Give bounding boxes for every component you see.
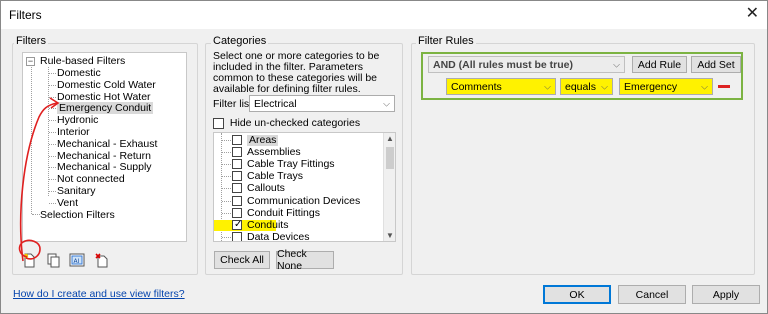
- filters-dialog: Filters ✕ Filters − Rule-based Filters D…: [0, 0, 768, 314]
- category-label: Data Devices: [247, 230, 310, 242]
- category-item[interactable]: Areas: [214, 135, 384, 146]
- tree-item-label: Domestic: [57, 67, 101, 79]
- collapse-toggle-icon[interactable]: −: [26, 57, 35, 66]
- category-item[interactable]: Cable Tray Fittings: [214, 159, 384, 170]
- tree-item[interactable]: Domestic Cold Water: [57, 79, 156, 91]
- remove-rule-icon[interactable]: [718, 85, 730, 88]
- tree-root-rule-based[interactable]: Rule-based Filters: [40, 55, 125, 67]
- scroll-up-icon[interactable]: ▲: [384, 134, 395, 143]
- dialog-title: Filters: [9, 8, 42, 22]
- chevron-down-icon: ⌵: [701, 81, 708, 91]
- category-label: Conduit Fittings: [247, 206, 320, 219]
- category-label: Areas: [247, 134, 279, 146]
- chevron-down-icon: ⌵: [601, 81, 608, 91]
- rule-value: Emergency: [624, 80, 678, 93]
- category-item[interactable]: Data Devices: [214, 230, 384, 242]
- tree-line: [49, 73, 56, 74]
- chevron-down-icon: ⌵: [544, 81, 551, 91]
- tree-item-label: Domestic Cold Water: [57, 78, 156, 91]
- add-rule-button[interactable]: Add Rule: [632, 56, 687, 73]
- category-item[interactable]: Callouts: [214, 183, 384, 194]
- category-checkbox[interactable]: ✓: [232, 218, 243, 230]
- category-checkbox[interactable]: [232, 231, 242, 241]
- category-checkbox[interactable]: [232, 183, 242, 194]
- cancel-button[interactable]: Cancel: [618, 285, 686, 304]
- help-link[interactable]: How do I create and use view filters?: [13, 288, 185, 300]
- operator-dropdown[interactable]: equals ⌵: [560, 78, 613, 95]
- category-item[interactable]: ✓ Conduits: [214, 218, 288, 231]
- parameter-value: Comments: [451, 80, 502, 93]
- ok-button[interactable]: OK: [543, 285, 611, 304]
- add-set-button[interactable]: Add Set: [691, 56, 741, 73]
- category-checkbox[interactable]: [232, 171, 242, 182]
- category-label: Callouts: [247, 182, 285, 195]
- chevron-down-icon: ⌵: [383, 98, 390, 108]
- check-icon: ✓: [234, 218, 243, 230]
- category-item[interactable]: Assemblies: [214, 147, 384, 158]
- check-none-button[interactable]: Check None: [276, 248, 334, 272]
- category-label: Communication Devices: [247, 194, 361, 207]
- annotation-arrow: [18, 97, 60, 262]
- close-icon[interactable]: ✕: [746, 5, 759, 23]
- title-bar: Filters ✕: [1, 1, 767, 29]
- scroll-down-icon[interactable]: ▼: [384, 231, 395, 240]
- categories-group-label: Categories: [211, 35, 269, 47]
- category-item[interactable]: Cable Trays: [214, 171, 384, 182]
- hide-unchecked-toggle[interactable]: Hide un-checked categories: [213, 117, 360, 129]
- filter-rules-group-label: Filter Rules: [416, 35, 476, 47]
- category-checkbox[interactable]: [232, 135, 242, 145]
- apply-button[interactable]: Apply: [692, 285, 760, 304]
- categories-description: Select one or more categories to be incl…: [213, 50, 380, 95]
- scroll-thumb[interactable]: [386, 147, 394, 169]
- rule-set: AND (All rules must be true) ⌵ Add Rule …: [421, 52, 743, 100]
- category-scrollbar[interactable]: ▲ ▼: [383, 133, 395, 241]
- value-dropdown[interactable]: Emergency ⌵: [619, 78, 713, 95]
- filter-list-value: Electrical: [254, 97, 297, 110]
- parameter-dropdown[interactable]: Comments ⌵: [446, 78, 556, 95]
- operator-value: equals: [565, 80, 596, 93]
- tree-line: [49, 84, 56, 86]
- category-checkbox[interactable]: [232, 159, 242, 170]
- category-item[interactable]: Conduit Fittings: [214, 206, 384, 219]
- chevron-down-icon: ⌵: [613, 59, 620, 69]
- hide-unchecked-label: Hide un-checked categories: [229, 117, 361, 129]
- category-checkbox[interactable]: [232, 207, 242, 218]
- category-checkbox[interactable]: [232, 195, 242, 206]
- tree-item[interactable]: Domestic: [57, 67, 101, 79]
- filter-list-dropdown[interactable]: Electrical ⌵: [249, 95, 395, 112]
- category-label: Conduits: [247, 218, 289, 231]
- filters-group-label: Filters: [14, 35, 48, 47]
- category-checkbox[interactable]: [232, 147, 242, 158]
- category-list[interactable]: Areas Assemblies Cable Tray Fittings Cable …: [213, 132, 396, 242]
- check-all-button[interactable]: Check All: [214, 251, 270, 269]
- category-label: Cable Tray Fittings: [247, 158, 335, 171]
- hide-unchecked-checkbox[interactable]: [213, 117, 224, 129]
- category-label: Assemblies: [247, 146, 301, 159]
- category-item[interactable]: Communication Devices: [214, 194, 384, 207]
- logic-dropdown[interactable]: AND (All rules must be true) ⌵: [428, 56, 625, 73]
- logic-value: AND (All rules must be true): [433, 58, 574, 71]
- category-label: Cable Trays: [247, 170, 304, 183]
